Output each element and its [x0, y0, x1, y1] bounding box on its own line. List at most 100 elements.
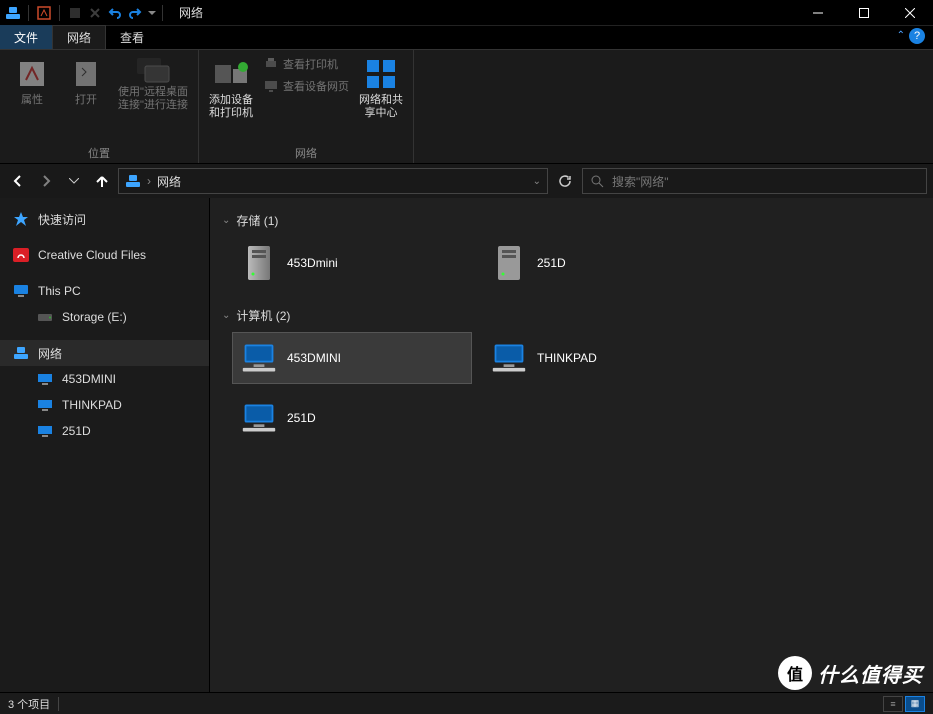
large-icons-view-button[interactable]: ▦: [905, 696, 925, 712]
main-body: 快速访问 Creative Cloud Files This PC Storag…: [0, 198, 933, 692]
properties-icon: [14, 56, 50, 92]
this-pc-icon: [12, 282, 30, 300]
ribbon-group-location: 属性 打开 使用"远程桌面连接"进行连接 位置: [0, 50, 199, 163]
ribbon-group-network: 添加设备和打印机 查看打印机 查看设备网页 网络和共享中心 网络: [199, 50, 414, 163]
group-header-storage[interactable]: ⌄ 存储 (1): [222, 212, 921, 229]
divider: [162, 5, 163, 21]
help-icon[interactable]: ?: [909, 28, 925, 44]
ribbon-view-printers-button[interactable]: 查看打印机: [259, 54, 353, 74]
sidebar-label: 快速访问: [38, 211, 86, 228]
computer-item-453dmini[interactable]: 453DMINI: [232, 332, 472, 384]
search-icon: [591, 175, 604, 188]
ribbon-open-button[interactable]: 打开: [60, 54, 112, 109]
navigation-bar: › 网络 ⌄ 搜索"网络": [0, 164, 933, 198]
quick-access-toolbar: [0, 4, 171, 22]
storage-item-251d[interactable]: 251D: [482, 237, 722, 289]
item-label: 453DMINI: [287, 351, 341, 365]
search-placeholder: 搜索"网络": [612, 173, 669, 190]
ribbon-network-center-button[interactable]: 网络和共享中心: [355, 54, 407, 122]
ribbon: 属性 打开 使用"远程桌面连接"进行连接 位置 添加设备和打印机 查看打印机: [0, 50, 933, 164]
collapse-ribbon-icon[interactable]: ⌃: [897, 30, 905, 41]
ribbon-label: 使用"远程桌面连接"进行连接: [116, 86, 190, 112]
search-box[interactable]: 搜索"网络": [582, 168, 927, 194]
item-label: 251D: [537, 256, 566, 270]
breadcrumb-separator: ›: [147, 174, 151, 188]
computer-icon: [36, 396, 54, 414]
add-devices-icon: [213, 56, 249, 92]
app-icon: [4, 4, 22, 22]
remote-desktop-icon: [135, 56, 171, 86]
details-view-button[interactable]: ≡: [883, 696, 903, 712]
ribbon-group-label: 位置: [6, 143, 192, 161]
address-dropdown-icon[interactable]: ⌄: [533, 176, 541, 187]
item-label: THINKPAD: [537, 351, 597, 365]
tab-file[interactable]: 文件: [0, 25, 52, 49]
ribbon-label: 属性: [21, 94, 43, 107]
breadcrumb-location[interactable]: 网络: [157, 173, 181, 190]
sidebar-item-network[interactable]: 网络: [0, 340, 209, 366]
ribbon-view-device-page-button[interactable]: 查看设备网页: [259, 76, 353, 96]
ribbon-remote-desktop-button[interactable]: 使用"远程桌面连接"进行连接: [114, 54, 192, 114]
sidebar-label: 网络: [38, 345, 62, 362]
minimize-button[interactable]: [795, 0, 841, 26]
nas-icon: [491, 243, 527, 283]
content-pane: ⌄ 存储 (1) 453Dmini 251D ⌄ 计算机 (2) 453DMIN…: [210, 198, 933, 692]
computer-icon: [36, 370, 54, 388]
sidebar-item-storage-e[interactable]: Storage (E:): [0, 304, 209, 330]
sidebar-item-quick-access[interactable]: 快速访问: [0, 206, 209, 232]
qa-properties-icon[interactable]: [35, 4, 53, 22]
qa-item-icon[interactable]: [66, 4, 84, 22]
group-header-computers[interactable]: ⌄ 计算机 (2): [222, 307, 921, 324]
ribbon-label: 网络和共享中心: [357, 94, 405, 120]
sidebar-label: Creative Cloud Files: [38, 248, 146, 262]
up-button[interactable]: [90, 169, 114, 193]
printer-icon: [263, 56, 279, 72]
qa-redo-icon[interactable]: [126, 4, 144, 22]
ribbon-group-label: 网络: [205, 143, 407, 161]
close-button[interactable]: [887, 0, 933, 26]
creative-cloud-icon: [12, 246, 30, 264]
computer-icon: [491, 338, 527, 378]
ribbon-properties-button[interactable]: 属性: [6, 54, 58, 109]
address-bar[interactable]: › 网络 ⌄: [118, 168, 548, 194]
sidebar-item-creative-cloud[interactable]: Creative Cloud Files: [0, 242, 209, 268]
qa-undo-icon[interactable]: [106, 4, 124, 22]
refresh-button[interactable]: [552, 168, 578, 194]
computer-item-251d[interactable]: 251D: [232, 392, 472, 444]
view-mode-buttons: ≡ ▦: [883, 696, 925, 712]
sidebar-item-thinkpad[interactable]: THINKPAD: [0, 392, 209, 418]
open-icon: [68, 56, 104, 92]
qa-delete-icon[interactable]: [86, 4, 104, 22]
storage-item-453dmini[interactable]: 453Dmini: [232, 237, 472, 289]
navigation-pane: 快速访问 Creative Cloud Files This PC Storag…: [0, 198, 210, 692]
window-controls: [795, 0, 933, 26]
sidebar-label: THINKPAD: [62, 398, 122, 412]
item-label: 251D: [287, 411, 316, 425]
maximize-button[interactable]: [841, 0, 887, 26]
device-page-icon: [263, 78, 279, 94]
sidebar-label: 251D: [62, 424, 91, 438]
status-bar: 3 个项目 ≡ ▦: [0, 692, 933, 714]
sidebar-label: This PC: [38, 284, 81, 298]
computer-icon: [36, 422, 54, 440]
network-icon: [125, 174, 141, 188]
divider: [58, 697, 59, 711]
status-item-count: 3 个项目: [8, 696, 50, 712]
recent-locations-button[interactable]: [62, 169, 86, 193]
chevron-down-icon: ⌄: [222, 215, 230, 226]
nas-icon: [241, 243, 277, 283]
computer-item-thinkpad[interactable]: THINKPAD: [482, 332, 722, 384]
forward-button[interactable]: [34, 169, 58, 193]
tab-view[interactable]: 查看: [106, 25, 158, 49]
tab-network[interactable]: 网络: [52, 25, 106, 49]
network-center-icon: [363, 56, 399, 92]
ribbon-label: 查看设备网页: [283, 78, 349, 94]
item-label: 453Dmini: [287, 256, 338, 270]
back-button[interactable]: [6, 169, 30, 193]
qa-customize-dropdown[interactable]: [148, 11, 156, 15]
sidebar-item-this-pc[interactable]: This PC: [0, 278, 209, 304]
ribbon-label: 打开: [75, 94, 97, 107]
sidebar-item-251d[interactable]: 251D: [0, 418, 209, 444]
sidebar-item-453dmini[interactable]: 453DMINI: [0, 366, 209, 392]
ribbon-add-devices-button[interactable]: 添加设备和打印机: [205, 54, 257, 122]
